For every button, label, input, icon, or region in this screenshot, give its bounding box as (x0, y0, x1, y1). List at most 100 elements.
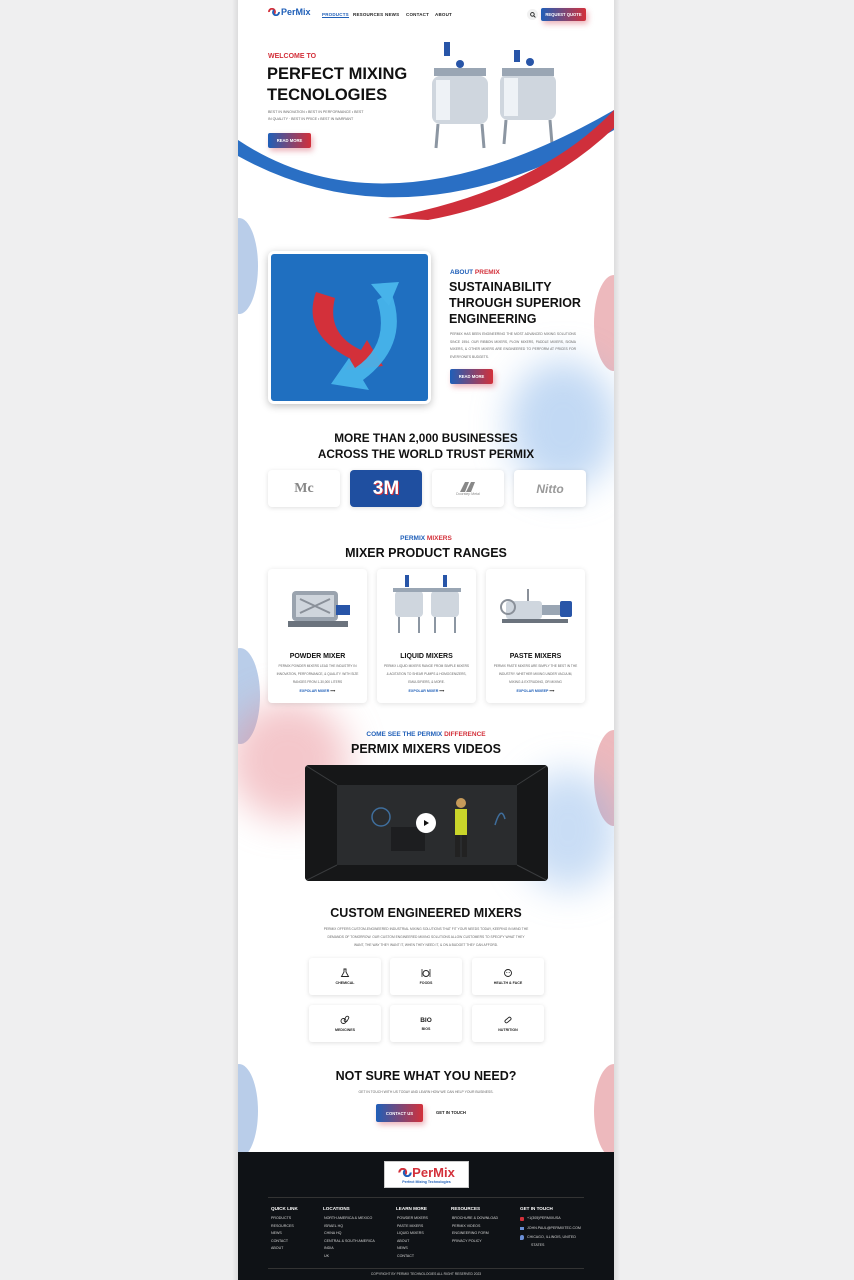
footer-col-resources: BROCHURE & DOWNLOAD PERMIX VIDEOS ENGINE… (452, 1215, 498, 1245)
footer-link[interactable]: RESOURCES (271, 1223, 294, 1231)
footer-email: JOHN.PAUL@PERMIXTEC.COM (527, 1225, 581, 1230)
about-body: PERMIX HAS BEEN ENGINEERING THE MOST ADV… (450, 332, 576, 359)
video-player[interactable] (305, 765, 548, 881)
product-card-paste[interactable]: PASTE MIXERS PERMIX PASTE MIXERS ARE SIM… (486, 569, 585, 703)
nav-news[interactable]: NEWS (385, 12, 399, 17)
footer-link[interactable]: PRODUCTS (271, 1215, 294, 1223)
pills-icon (340, 1015, 350, 1024)
contact-us-button[interactable]: CONTACT US (376, 1104, 423, 1122)
footer-copyright: COPYRIGHT BY PERMIX TECHNOLOGIES ALL RIG… (370, 1272, 482, 1276)
industry-card-medicines[interactable]: MEDICINES (309, 1005, 381, 1042)
nav-contact[interactable]: CONTACT (406, 12, 429, 17)
footer-link[interactable]: PERMIX VIDEOS (452, 1223, 498, 1231)
industry-card-health[interactable]: HEALTH & FACE (472, 958, 544, 995)
client-logo-nitto: Nitto (514, 470, 586, 507)
footer-link[interactable]: NEWS (271, 1230, 294, 1238)
product-card-liquid[interactable]: LIQUID MIXERS PERMIX LIQUID MIXERS RANGE… (377, 569, 476, 703)
logo[interactable]: PerMix (268, 7, 311, 17)
products-eyebrow-b: MIXERS (426, 535, 452, 542)
capsule-icon (504, 1016, 512, 1024)
product-link[interactable]: EXPOLAR MIXER ⟶ (377, 689, 476, 693)
get-in-touch-link[interactable]: GET IN TOUCH (436, 1110, 466, 1115)
footer-link[interactable]: CONTACT (271, 1238, 294, 1246)
about-title-line3: ENGINEERING (449, 312, 537, 326)
flask-icon (340, 968, 350, 977)
about-read-more-button[interactable]: READ MORE (450, 369, 493, 384)
footer-col-title: QUICK LINK (271, 1206, 298, 1211)
play-icon (424, 820, 429, 826)
industry-card-chemical[interactable]: CHEMICAL (309, 958, 381, 995)
page: PerMix PRODUCTS RESOURCES NEWS CONTACT A… (238, 0, 614, 1280)
footer-link[interactable]: LIQUID MIXERS (397, 1230, 428, 1238)
request-quote-button[interactable]: REQUEST QUOTE (541, 8, 586, 21)
product-desc: PERMIX POWDER MIXERS LEAD THE INDUSTRY I… (276, 664, 359, 684)
footer-email-row[interactable]: JOHN.PAUL@PERMIXTEC.COM (520, 1225, 581, 1233)
footer-link[interactable]: BROCHURE & DOWNLOAD (452, 1215, 498, 1223)
plate-cutlery-icon (421, 969, 431, 977)
product-link[interactable]: EXPOLAR MIXEEP ⟶ (486, 689, 585, 693)
industry-card-foods[interactable]: FOODS (390, 958, 462, 995)
footer-phone: +1(305)PERMIXUSA (527, 1216, 561, 1220)
doorstep-logo-icon (460, 481, 475, 492)
email-icon (520, 1226, 524, 1230)
footer-link[interactable]: CENTRAL & SOUTH AMERICA (324, 1238, 375, 1246)
industry-label: HEALTH & FACE (493, 981, 523, 985)
footer-link[interactable]: NORTH AMERICA & MEXICO (324, 1215, 375, 1223)
nav-about[interactable]: ABOUT (435, 12, 452, 17)
product-name: POWDER MIXER (289, 653, 346, 660)
footer-phone-row[interactable]: +1(305)PERMIXUSA (520, 1215, 581, 1223)
about-title-line1: SUSTAINABILITY (449, 280, 552, 294)
product-link-label: EXPOLAR MIXEEP (516, 689, 549, 693)
videos-title: PERMIX MIXERS VIDEOS (350, 742, 502, 756)
footer-link[interactable]: ISRAEL HQ (324, 1223, 375, 1231)
trust-title-line1: MORE THAN 2,000 BUSINESSES (334, 431, 518, 445)
liquid-mixer-image (393, 575, 461, 633)
footer-logo-sub: Perfect Mixing Technologies (402, 1180, 451, 1184)
footer-link[interactable]: CONTACT (397, 1253, 428, 1261)
trust-title-line2: ACROSS THE WORLD TRUST PERMIX (317, 447, 535, 461)
footer-col-locations: NORTH AMERICA & MEXICO ISRAEL HQ CHINA H… (324, 1215, 375, 1261)
play-button[interactable] (416, 813, 436, 833)
nav-resources[interactable]: RESOURCES (353, 12, 383, 17)
industry-card-bios[interactable]: BIO BIOS (390, 1005, 462, 1042)
footer-link[interactable]: POWDER MIXERS (397, 1215, 428, 1223)
footer-logo[interactable]: PerMix Perfect Mixing Technologies (384, 1161, 469, 1188)
footer-link[interactable]: PRIVACY POLICY (452, 1238, 498, 1246)
footer-link[interactable]: PASTE MIXERS (397, 1223, 428, 1231)
footer-divider (268, 1197, 584, 1198)
footer-col-quick-links: PRODUCTS RESOURCES NEWS CONTACT ABOUT (271, 1215, 294, 1253)
industry-label: FOODS (419, 981, 433, 985)
search-button[interactable] (527, 9, 538, 20)
footer-link[interactable]: UK (324, 1253, 375, 1261)
side-circle-left (238, 218, 258, 314)
footer-link[interactable]: ABOUT (271, 1245, 294, 1253)
product-card-powder[interactable]: POWDER MIXER PERMIX POWDER MIXERS LEAD T… (268, 569, 367, 703)
product-link-label: EXPOLAR MIXER (299, 689, 330, 693)
hero-wave-decoration (238, 110, 614, 220)
industry-card-nutrition[interactable]: NUTRITION (472, 1005, 544, 1042)
client-logo-nitto-text: Nitto (536, 481, 564, 496)
client-logo-mc: Mc (268, 470, 340, 507)
footer-link[interactable]: ENGINEERING FORM (452, 1230, 498, 1238)
product-desc: PERMIX PASTE MIXERS ARE SIMPLY THE BEST … (493, 664, 578, 684)
client-logo-mc-text: Mc (294, 480, 314, 496)
hero-eyebrow: WELCOME TO (268, 53, 317, 60)
product-link-label: EXPOLAR MIXER (408, 689, 439, 693)
powder-mixer-image (288, 591, 350, 627)
nav-products[interactable]: PRODUCTS (322, 12, 349, 18)
product-desc: PERMIX LIQUID MIXERS RANGE FROM SIMPLE M… (384, 664, 470, 684)
footer-address-line1: CHICAGO, ILLINOIS, UNITED (527, 1235, 576, 1240)
product-name: LIQUID MIXERS (400, 653, 453, 660)
client-logo-3m: 3M (350, 470, 422, 507)
about-image-card (268, 251, 431, 404)
footer-link[interactable]: ABOUT (397, 1238, 428, 1246)
products-title: MIXER PRODUCT RANGES (345, 546, 507, 560)
footer-link[interactable]: CHINA HQ (324, 1230, 375, 1238)
custom-title: CUSTOM ENGINEERED MIXERS (330, 906, 522, 920)
footer-link[interactable]: NEWS (397, 1245, 428, 1253)
arrow-right-icon: ⟶ (549, 689, 555, 693)
footer-link[interactable]: INDIA (324, 1245, 375, 1253)
videos-eyebrow-b: DIFFERENCE (444, 731, 486, 738)
client-logo-3m-text: 3M (372, 477, 400, 499)
product-link[interactable]: EXPOLAR MIXER ⟶ (268, 689, 367, 693)
